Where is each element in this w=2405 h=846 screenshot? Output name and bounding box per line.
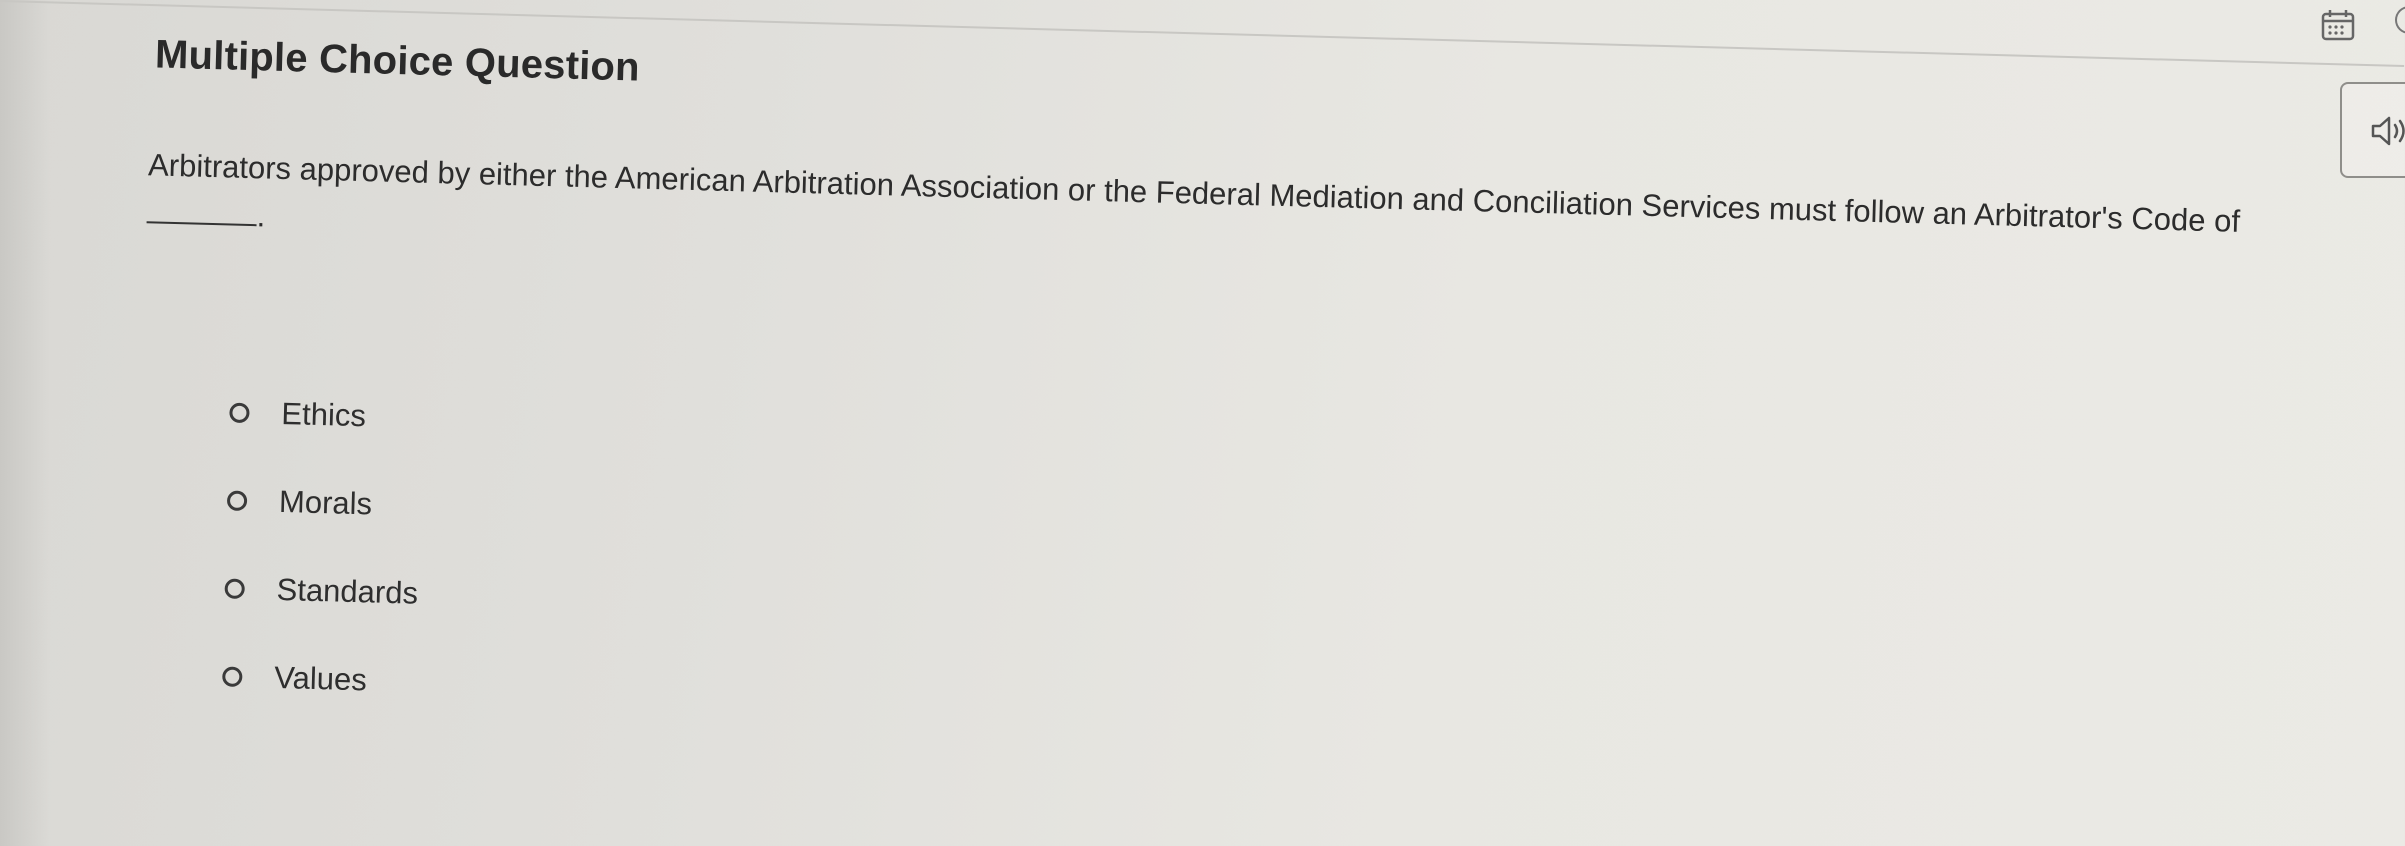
question-panel: Multiple Choice Question Arbitrators app… (121, 22, 2320, 798)
speaker-icon (2371, 116, 2405, 146)
left-edge-shadow (0, 0, 50, 846)
option-ethics[interactable]: Ethics (229, 390, 2309, 492)
prompt-period: . (256, 198, 266, 234)
read-aloud-button[interactable] (2340, 82, 2405, 178)
option-morals[interactable]: Morals (226, 478, 2306, 580)
answer-blank (146, 199, 258, 227)
radio-button[interactable] (226, 490, 248, 512)
option-label: Ethics (280, 395, 367, 434)
calendar-icon[interactable] (2320, 8, 2356, 47)
option-values[interactable]: Values (222, 653, 2302, 755)
question-prompt: Arbitrators approved by either the Ameri… (146, 141, 2328, 296)
option-label: Standards (276, 571, 419, 611)
answer-options: Ethics Morals Standards Values (222, 390, 2310, 756)
option-standards[interactable]: Standards (224, 566, 2304, 668)
radio-button[interactable] (224, 578, 245, 600)
radio-button[interactable] (222, 666, 243, 688)
help-icon[interactable] (2395, 6, 2405, 34)
option-label: Values (273, 659, 368, 698)
option-label: Morals (278, 483, 373, 522)
question-type-heading: Multiple Choice Question (154, 32, 641, 90)
radio-button[interactable] (229, 402, 250, 424)
question-prompt-text: Arbitrators approved by either the Ameri… (147, 147, 2241, 239)
